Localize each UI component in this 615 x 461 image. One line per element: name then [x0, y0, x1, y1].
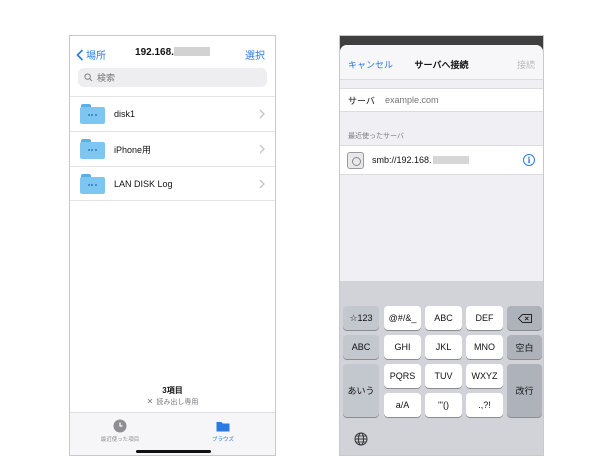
- tab-label: ブラウズ: [211, 437, 234, 443]
- server-input[interactable]: [385, 95, 525, 105]
- chevron-right-icon: [259, 109, 265, 119]
- navigation-bar: 場所 192.168. 選択: [70, 36, 275, 68]
- items-count: 3項目: [162, 386, 183, 395]
- folder-name: disk1: [114, 109, 136, 119]
- file-list: disk1 iPhone用 LAN DISK Log: [70, 96, 275, 201]
- close-icon: ✕: [146, 397, 154, 406]
- chevron-right-icon: [259, 179, 265, 189]
- search-bar[interactable]: [78, 68, 267, 87]
- key-kana-mode[interactable]: あいう: [343, 364, 379, 417]
- readonly-text: 読み出し専用: [156, 399, 199, 406]
- key-wxyz[interactable]: WXYZ: [466, 364, 503, 388]
- tab-label: 最近使った項目: [100, 437, 140, 443]
- files-browser-screen: 場所 192.168. 選択 disk1 iPhone用 LAN DISK Lo…: [69, 35, 276, 456]
- connect-sheet: キャンセル サーバへ接続 接続 サーバ 最近使ったサーバ smb://192.1…: [340, 45, 543, 281]
- tab-recents[interactable]: 最近使った項目: [85, 419, 155, 443]
- server-icon: [347, 151, 364, 169]
- connect-button[interactable]: 接続: [517, 58, 535, 71]
- folder-name: iPhone用: [114, 144, 152, 155]
- title-text: 192.168.: [135, 47, 174, 58]
- select-button[interactable]: 選択: [245, 47, 265, 62]
- return-key[interactable]: 改行: [507, 364, 542, 417]
- folder-row-lan-disk-log[interactable]: LAN DISK Log: [70, 166, 275, 201]
- tab-browse[interactable]: ブラウズ: [188, 419, 258, 443]
- key-pqrs[interactable]: PQRS: [384, 364, 421, 388]
- backspace-icon: [517, 313, 532, 323]
- key-punctuation[interactable]: .,?!: [466, 393, 503, 417]
- key-tuv[interactable]: TUV: [425, 364, 462, 388]
- key-quotes[interactable]: '"(): [425, 393, 462, 417]
- server-field: サーバ: [340, 88, 543, 112]
- recent-servers-header: 最近使ったサーバ: [348, 133, 404, 140]
- sheet-navigation-bar: キャンセル サーバへ接続 接続: [340, 45, 543, 80]
- space-key[interactable]: 空白: [507, 335, 542, 359]
- key-abc-mode[interactable]: ABC: [343, 335, 379, 359]
- delete-key[interactable]: [507, 306, 542, 330]
- keyboard: ☆123 @#/&_ ABC DEF ABC GHI JKL MNO 空白 あい…: [340, 281, 543, 455]
- search-input[interactable]: [97, 72, 247, 83]
- folder-icon: [80, 173, 105, 194]
- readonly-notice: ✕ 読み出し専用: [70, 397, 275, 407]
- key-mno[interactable]: MNO: [466, 335, 503, 359]
- folder-row-disk1[interactable]: disk1: [70, 96, 275, 131]
- folder-icon: [216, 422, 230, 432]
- key-symbols[interactable]: @#/&_: [384, 306, 421, 330]
- clock-icon: [113, 419, 127, 433]
- folder-icon: [80, 139, 105, 159]
- key-numbers[interactable]: ☆123: [343, 306, 379, 330]
- folder-name: LAN DISK Log: [114, 178, 173, 189]
- key-abc-1[interactable]: ABC: [425, 306, 462, 330]
- key-def[interactable]: DEF: [466, 306, 503, 330]
- home-indicator: [136, 450, 211, 453]
- connect-server-screen: キャンセル サーバへ接続 接続 サーバ 最近使ったサーバ smb://192.1…: [339, 35, 544, 456]
- recent-server-row[interactable]: smb://192.168. i: [340, 145, 543, 175]
- search-icon: [84, 73, 93, 82]
- server-label: サーバ: [348, 95, 375, 106]
- chevron-right-icon: [259, 144, 265, 154]
- key-jkl[interactable]: JKL: [425, 335, 462, 359]
- tab-bar: 最近使った項目 ブラウズ: [70, 412, 275, 455]
- redacted-block: [173, 47, 210, 56]
- recent-server-url: smb://192.168.: [372, 155, 469, 165]
- folder-row-iphone[interactable]: iPhone用: [70, 131, 275, 166]
- folder-icon: [80, 104, 105, 124]
- globe-icon[interactable]: [354, 432, 368, 446]
- redacted-block: [432, 156, 469, 164]
- key-case-toggle[interactable]: a/A: [384, 393, 421, 417]
- sheet-title: サーバへ接続: [414, 60, 469, 70]
- info-icon[interactable]: i: [523, 154, 535, 166]
- key-ghi[interactable]: GHI: [384, 335, 421, 359]
- url-text: smb://192.168.: [372, 155, 432, 165]
